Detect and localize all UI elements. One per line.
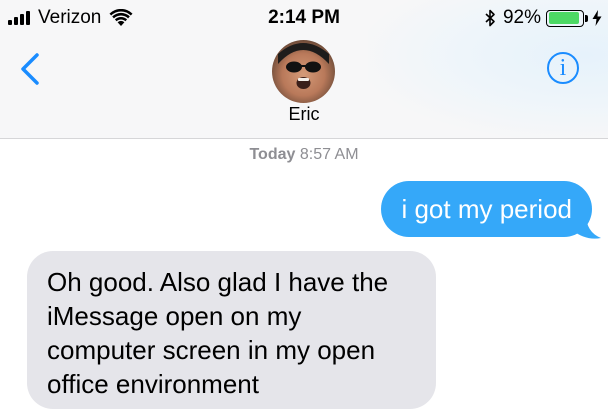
timestamp-time: 8:57 AM (299, 146, 359, 163)
incoming-message-bubble[interactable]: Oh good. Also glad I have the iMessage o… (27, 251, 436, 409)
battery-cap (585, 14, 588, 22)
chevron-left-icon[interactable] (18, 52, 42, 86)
avatar-photo (278, 43, 329, 89)
contact-name[interactable]: Eric (0, 104, 608, 125)
battery-percent: 92% (502, 7, 541, 28)
status-bar-right: 92% (484, 7, 602, 29)
battery-level (548, 12, 579, 24)
bluetooth-icon (485, 9, 495, 27)
timestamp-day: Today (249, 146, 296, 163)
outgoing-message-bubble[interactable]: i got my period (381, 181, 592, 237)
info-icon[interactable]: i (547, 52, 579, 84)
charging-bolt-icon (592, 10, 602, 26)
battery-icon (546, 9, 584, 27)
conversation-header: Verizon 2:14 PM 92% Eric i (0, 0, 608, 139)
message-timestamp: Today 8:57 AM (0, 146, 608, 164)
avatar[interactable] (272, 40, 335, 103)
